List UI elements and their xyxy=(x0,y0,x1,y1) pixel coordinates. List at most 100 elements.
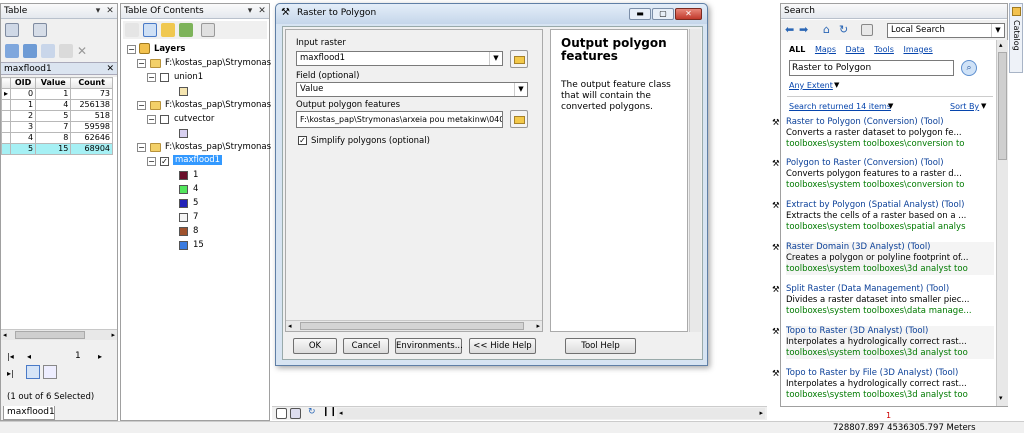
result-title[interactable]: Extract by Polygon (Spatial Analyst) (To… xyxy=(786,200,994,211)
switch-selection-icon[interactable] xyxy=(23,44,37,58)
layout-view-icon[interactable] xyxy=(276,408,287,419)
cancel-button[interactable]: Cancel xyxy=(343,338,389,354)
collapse-icon[interactable]: − xyxy=(147,73,156,82)
table-row[interactable]: 3 7 59598 xyxy=(0,121,113,133)
search-go-button[interactable]: ⌕ xyxy=(961,60,977,76)
scroll-right-icon[interactable]: ▸ xyxy=(536,321,540,331)
table-options-icon[interactable] xyxy=(5,23,19,37)
pin-icon[interactable]: ▾ xyxy=(93,5,103,17)
search-vertical-scrollbar[interactable]: ▴ ▾ xyxy=(996,40,1008,406)
search-result[interactable]: ⚒ Polygon to Raster (Conversion) (Tool) … xyxy=(772,158,994,191)
search-result[interactable]: ⚒ Extract by Polygon (Spatial Analyst) (… xyxy=(772,200,994,233)
close-button[interactable]: ✕ xyxy=(675,8,702,20)
refresh-icon[interactable]: ↻ xyxy=(308,407,316,417)
catalog-side-tab[interactable]: Catalog xyxy=(1009,3,1023,73)
show-all-records-icon[interactable] xyxy=(26,365,40,379)
simplify-polygons-checkbox[interactable]: ✓ xyxy=(298,136,307,145)
filter-images[interactable]: Images xyxy=(903,45,932,54)
table-horizontal-scrollbar[interactable]: ◂ ▸ xyxy=(1,329,117,340)
scroll-right-icon[interactable]: ▸ xyxy=(759,408,763,418)
collapse-icon[interactable]: − xyxy=(147,115,156,124)
close-icon[interactable]: ✕ xyxy=(257,5,267,17)
search-result[interactable]: ⚒ Raster Domain (3D Analyst) (Tool) Crea… xyxy=(772,242,994,275)
result-title[interactable]: Raster to Polygon (Conversion) (Tool) xyxy=(786,117,994,128)
table-row-selected[interactable]: 5 15 68904 xyxy=(0,143,113,155)
table-row[interactable]: 4 8 62646 xyxy=(0,132,113,144)
row-selector[interactable] xyxy=(0,143,12,155)
chevron-down-icon[interactable]: ▼ xyxy=(489,52,502,65)
zoom-selected-icon[interactable] xyxy=(59,44,73,58)
browse-output-button[interactable] xyxy=(510,110,528,128)
data-source-path[interactable]: F:\kostas_pap\Strymonas xyxy=(165,142,271,152)
column-header[interactable]: OID xyxy=(10,77,37,89)
returned-dropdown-icon[interactable]: ▼ xyxy=(888,102,893,110)
any-extent-dropdown-icon[interactable]: ▼ xyxy=(834,81,839,89)
search-returned-count[interactable]: Search returned 14 items xyxy=(789,102,891,111)
pin-icon[interactable]: ▾ xyxy=(245,5,255,17)
scroll-down-icon[interactable]: ▾ xyxy=(999,394,1003,402)
dialog-titlebar[interactable]: ⚒ Raster to Polygon ▬ ▢ ✕ xyxy=(276,4,707,24)
row-selector[interactable] xyxy=(0,110,12,122)
list-by-source-icon[interactable] xyxy=(143,23,157,37)
map-horizontal-scrollbar[interactable]: ◂ ▸ xyxy=(337,408,765,419)
result-title[interactable]: Topo to Raster by File (3D Analyst) (Too… xyxy=(786,368,994,379)
collapse-icon[interactable]: − xyxy=(137,59,146,68)
row-selector[interactable]: ▸ xyxy=(0,88,12,100)
search-result[interactable]: ⚒ Topo to Raster (3D Analyst) (Tool) Int… xyxy=(772,326,994,359)
scroll-left-icon[interactable]: ◂ xyxy=(288,321,292,331)
chevron-down-icon[interactable]: ▼ xyxy=(991,24,1004,37)
chevron-down-icon[interactable]: ▼ xyxy=(514,83,527,96)
filter-tools[interactable]: Tools xyxy=(874,45,894,54)
scroll-thumb[interactable] xyxy=(998,52,1007,160)
select-by-attributes-icon[interactable] xyxy=(5,44,19,58)
list-by-drawing-order-icon[interactable] xyxy=(125,23,139,37)
list-by-visibility-icon[interactable] xyxy=(161,23,175,37)
table-bottom-tab[interactable]: maxflood1 xyxy=(3,406,55,420)
column-header[interactable]: Value xyxy=(35,77,72,89)
collapse-icon[interactable]: − xyxy=(137,143,146,152)
scroll-left-icon[interactable]: ◂ xyxy=(3,330,7,340)
search-scope-select[interactable]: Local Search ▼ xyxy=(887,23,1005,38)
toc-options-icon[interactable] xyxy=(201,23,215,37)
scroll-thumb[interactable] xyxy=(15,331,85,339)
back-icon[interactable]: ⬅ xyxy=(785,23,794,36)
record-number[interactable]: 1 xyxy=(75,351,81,361)
minimize-button[interactable]: ▬ xyxy=(629,8,651,20)
result-title[interactable]: Raster Domain (3D Analyst) (Tool) xyxy=(786,242,994,253)
layer-visibility-checkbox[interactable] xyxy=(160,73,169,82)
filter-all[interactable]: ALL xyxy=(789,45,805,54)
next-record-icon[interactable]: ▸ xyxy=(98,352,102,361)
layers-label[interactable]: Layers xyxy=(154,44,185,54)
sort-dropdown-icon[interactable]: ▼ xyxy=(981,102,986,110)
last-record-icon[interactable]: ▸| xyxy=(7,369,14,378)
browse-input-button[interactable] xyxy=(510,50,528,68)
table-row[interactable]: 1 4 256138 xyxy=(0,99,113,111)
row-selector[interactable] xyxy=(0,121,12,133)
scroll-right-icon[interactable]: ▸ xyxy=(111,330,115,340)
tool-help-button[interactable]: Tool Help xyxy=(565,338,636,354)
result-title[interactable]: Topo to Raster (3D Analyst) (Tool) xyxy=(786,326,994,337)
input-raster-select[interactable]: maxflood1 ▼ xyxy=(296,51,503,66)
first-record-icon[interactable]: |◂ xyxy=(7,352,14,361)
collapse-icon[interactable]: − xyxy=(127,45,136,54)
result-title[interactable]: Split Raster (Data Management) (Tool) xyxy=(786,284,994,295)
row-selector[interactable] xyxy=(0,132,12,144)
show-selected-records-icon[interactable] xyxy=(43,365,57,379)
data-source-path[interactable]: F:\kostas_pap\Strymonas xyxy=(165,100,271,110)
field-select[interactable]: Value ▼ xyxy=(296,82,528,97)
clear-selection-icon[interactable] xyxy=(41,44,55,58)
search-options-icon[interactable] xyxy=(861,24,873,36)
previous-record-icon[interactable]: ◂ xyxy=(27,352,31,361)
environments-button[interactable]: Environments... xyxy=(395,338,463,354)
related-tables-icon[interactable] xyxy=(33,23,47,37)
output-features-input[interactable]: F:\kostas_pap\Strymonas\arxeia pou metak… xyxy=(296,111,503,128)
data-view-icon[interactable] xyxy=(290,408,301,419)
table-row[interactable]: ▸ 0 1 73 xyxy=(0,88,113,100)
result-title[interactable]: Polygon to Raster (Conversion) (Tool) xyxy=(786,158,994,169)
parameters-scrollbar[interactable]: ◂ ▸ xyxy=(286,320,542,331)
layer-name[interactable]: cutvector xyxy=(174,114,214,124)
home-icon[interactable]: ⌂ xyxy=(823,23,830,36)
scroll-up-icon[interactable]: ▴ xyxy=(999,41,1003,49)
any-extent-link[interactable]: Any Extent xyxy=(789,81,833,90)
search-result[interactable]: ⚒ Topo to Raster by File (3D Analyst) (T… xyxy=(772,368,994,401)
